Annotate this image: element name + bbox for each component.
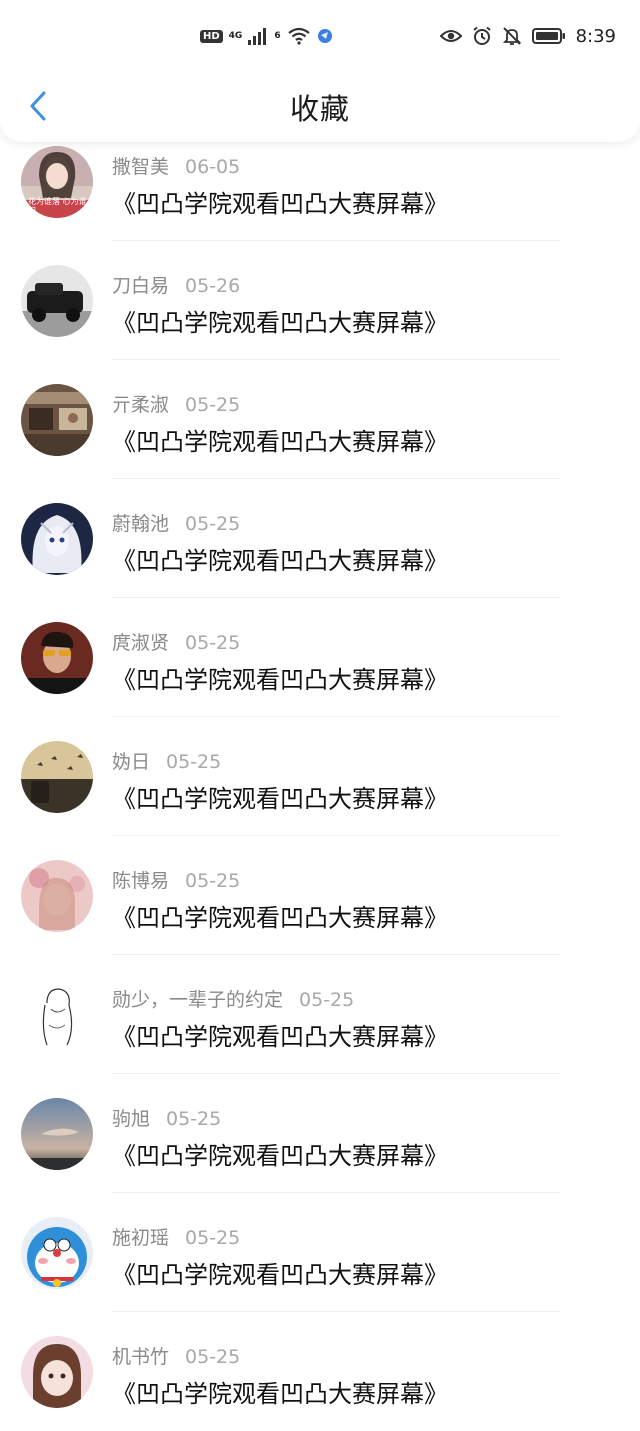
avatar: [21, 860, 93, 932]
post-title[interactable]: 《凹凸学院观看凹凸大赛屏幕》: [112, 1255, 448, 1290]
name-line: 驹旭 05-25: [112, 1104, 221, 1131]
name-line: 亓柔淑 05-25: [112, 390, 240, 417]
user-name[interactable]: 施初瑶: [112, 1227, 169, 1249]
status-bar: HD 4G 6 8:39: [0, 0, 640, 70]
hd-icon: HD: [200, 29, 223, 43]
post-date: 05-25: [185, 394, 241, 416]
status-right: 8:39: [439, 22, 616, 50]
favorite-item[interactable]: 机书竹 05-25 《凹凸学院观看凹凸大赛屏幕》: [0, 1312, 640, 1431]
favorite-item[interactable]: 蔚翰池 05-25 《凹凸学院观看凹凸大赛屏幕》: [0, 479, 640, 598]
clock-time: 8:39: [575, 25, 616, 47]
post-date: 05-25: [166, 751, 222, 773]
user-name[interactable]: 蔚翰池: [112, 513, 169, 535]
favorite-item[interactable]: 花为谁落 心为谁归 撒智美 06-05 《凹凸学院观看凹凸大赛屏幕》: [0, 142, 640, 241]
post-date: 05-25: [185, 1346, 241, 1368]
location-app-icon: [317, 29, 332, 43]
page-title: 收藏: [289, 92, 350, 126]
post-title[interactable]: 《凹凸学院观看凹凸大赛屏幕》: [112, 1017, 448, 1052]
post-date: 05-25: [185, 632, 241, 654]
wifi-sub-label: 6: [274, 30, 281, 41]
avatar: [21, 622, 93, 694]
signal-icon: [248, 28, 267, 45]
favorite-item[interactable]: 驹旭 05-25 《凹凸学院观看凹凸大赛屏幕》: [0, 1074, 640, 1193]
status-left: HD 4G 6: [200, 22, 333, 50]
name-line: 妫日 05-25: [112, 747, 221, 774]
name-line: 蔚翰池 05-25: [112, 509, 240, 536]
favorite-item[interactable]: 亓柔淑 05-25 《凹凸学院观看凹凸大赛屏幕》: [0, 360, 640, 479]
favorite-item[interactable]: 勋少，一辈子的约定 05-25 《凹凸学院观看凹凸大赛屏幕》: [0, 955, 640, 1074]
name-line: 刀白易 05-26: [112, 271, 240, 298]
user-name[interactable]: 机书竹: [112, 1346, 169, 1368]
name-line: 机书竹 05-25: [112, 1342, 240, 1369]
user-name[interactable]: 刀白易: [112, 275, 169, 297]
post-date: 05-25: [185, 1227, 241, 1249]
post-date: 05-25: [299, 989, 355, 1011]
favorites-list: 花为谁落 心为谁归 撒智美 06-05 《凹凸学院观看凹凸大赛屏幕》 刀白易 05-…: [0, 142, 640, 1431]
post-date: 05-26: [185, 275, 241, 297]
post-title[interactable]: 《凹凸学院观看凹凸大赛屏幕》: [112, 1374, 448, 1409]
post-title[interactable]: 《凹凸学院观看凹凸大赛屏幕》: [112, 184, 448, 219]
user-name[interactable]: 勋少，一辈子的约定: [112, 989, 283, 1011]
favorite-item[interactable]: 陈博易 05-25 《凹凸学院观看凹凸大赛屏幕》: [0, 836, 640, 955]
post-date: 05-25: [185, 870, 241, 892]
favorite-item[interactable]: 妫日 05-25 《凹凸学院观看凹凸大赛屏幕》: [0, 717, 640, 836]
name-line: 施初瑶 05-25: [112, 1223, 240, 1250]
post-date: 05-25: [185, 513, 241, 535]
name-line: 撒智美 06-05: [112, 152, 240, 179]
favorite-item[interactable]: 施初瑶 05-25 《凹凸学院观看凹凸大赛屏幕》: [0, 1193, 640, 1312]
name-line: 勋少，一辈子的约定 05-25: [112, 985, 354, 1012]
avatar: [21, 1336, 93, 1408]
post-title[interactable]: 《凹凸学院观看凹凸大赛屏幕》: [112, 422, 448, 457]
post-title[interactable]: 《凹凸学院观看凹凸大赛屏幕》: [112, 779, 448, 814]
post-date: 06-05: [185, 156, 241, 178]
post-title[interactable]: 《凹凸学院观看凹凸大赛屏幕》: [112, 898, 448, 933]
avatar: [21, 384, 93, 456]
wifi-icon: [287, 27, 310, 45]
avatar: [21, 265, 93, 337]
avatar: [21, 1217, 93, 1289]
user-name[interactable]: 撒智美: [112, 156, 169, 178]
bell-off-icon: [502, 27, 521, 45]
favorite-item[interactable]: 刀白易 05-26 《凹凸学院观看凹凸大赛屏幕》: [0, 241, 640, 360]
user-name[interactable]: 亓柔淑: [112, 394, 169, 416]
user-name[interactable]: 庹淑贤: [112, 632, 169, 654]
name-line: 庹淑贤 05-25: [112, 628, 240, 655]
post-title[interactable]: 《凹凸学院观看凹凸大赛屏幕》: [112, 660, 448, 695]
post-date: 05-25: [166, 1108, 222, 1130]
avatar: [21, 979, 93, 1051]
battery-icon: [531, 28, 565, 44]
name-line: 陈博易 05-25: [112, 866, 240, 893]
network-type: 4G: [228, 30, 243, 41]
user-name[interactable]: 陈博易: [112, 870, 169, 892]
avatar: [21, 741, 93, 813]
top-header: HD 4G 6 8:39 收藏: [0, 0, 640, 142]
favorite-item[interactable]: 庹淑贤 05-25 《凹凸学院观看凹凸大赛屏幕》: [0, 598, 640, 717]
alarm-icon: [472, 26, 491, 45]
eye-icon: [439, 30, 462, 42]
avatar-overlay-text: 花为谁落 心为谁归: [28, 197, 87, 215]
post-title[interactable]: 《凹凸学院观看凹凸大赛屏幕》: [112, 1136, 448, 1171]
avatar: [21, 503, 93, 575]
avatar: [21, 1098, 93, 1170]
post-title[interactable]: 《凹凸学院观看凹凸大赛屏幕》: [112, 541, 448, 576]
user-name[interactable]: 妫日: [112, 751, 150, 773]
user-name[interactable]: 驹旭: [112, 1108, 150, 1130]
post-title[interactable]: 《凹凸学院观看凹凸大赛屏幕》: [112, 303, 448, 338]
